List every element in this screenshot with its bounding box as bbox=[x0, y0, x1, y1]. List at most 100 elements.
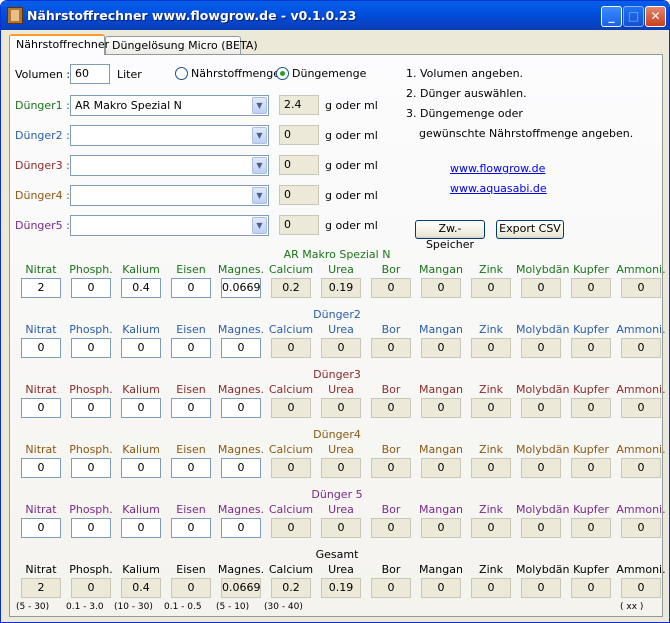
zw-speicher-button[interactable]: Zw.-Speicher bbox=[415, 220, 485, 251]
range-label: 0.1 - 3.0 bbox=[66, 602, 104, 612]
value-field[interactable]: 0 bbox=[71, 518, 111, 538]
section-title: Dünger3 bbox=[313, 368, 361, 381]
duenger1-selected: AR Makro Spezial N bbox=[75, 99, 182, 112]
chevron-down-icon[interactable]: ▼ bbox=[252, 127, 267, 144]
value-field[interactable]: 2 bbox=[21, 278, 61, 298]
value-field[interactable]: 0 bbox=[171, 458, 211, 478]
value-field: 0 bbox=[371, 278, 411, 298]
column-header: Eisen bbox=[176, 563, 206, 576]
value-field[interactable]: 0 bbox=[221, 518, 261, 538]
range-label: ( xx ) bbox=[620, 602, 644, 612]
value-field[interactable]: 0.0669 bbox=[221, 278, 261, 298]
tab-naehrstoffrechner[interactable]: Nährstoffrechner bbox=[9, 34, 109, 55]
link-flowgrow[interactable]: www.flowgrow.de bbox=[450, 162, 545, 175]
duenger1-unit: g oder ml bbox=[325, 99, 378, 112]
duenger3-amount[interactable]: 0 bbox=[279, 155, 319, 175]
column-header: Kupfer bbox=[573, 263, 609, 276]
value-field: 0.4 bbox=[121, 578, 161, 598]
value-field[interactable]: 0 bbox=[171, 518, 211, 538]
value-field: 0 bbox=[571, 578, 611, 598]
link-aquasabi[interactable]: www.aquasabi.de bbox=[450, 182, 547, 195]
title-bar[interactable]: Nährstoffrechner www.flowgrow.de - v0.1.… bbox=[1, 1, 669, 30]
tab-duengeloesung-micro[interactable]: Düngelösung Micro (BETA) bbox=[105, 36, 258, 54]
maximize-button[interactable]: □ bbox=[623, 6, 644, 27]
value-field[interactable]: 0 bbox=[21, 458, 61, 478]
value-field[interactable]: 0 bbox=[71, 398, 111, 418]
chevron-down-icon[interactable]: ▼ bbox=[252, 157, 267, 174]
duenger1-amount[interactable]: 2.4 bbox=[279, 95, 319, 115]
section-title: Dünger4 bbox=[313, 428, 361, 441]
column-header: Magnes. bbox=[217, 263, 265, 276]
value-field: 0 bbox=[521, 338, 561, 358]
duenger2-select[interactable]: ▼ bbox=[70, 125, 269, 146]
value-field[interactable]: 0 bbox=[121, 518, 161, 538]
value-field: 0 bbox=[171, 578, 211, 598]
column-header: Phosph. bbox=[69, 323, 113, 336]
duenger5-label: Dünger5 : bbox=[15, 219, 70, 232]
chevron-down-icon[interactable]: ▼ bbox=[252, 217, 267, 234]
column-header: Urea bbox=[328, 263, 354, 276]
value-field[interactable]: 0 bbox=[121, 398, 161, 418]
value-field[interactable]: 0 bbox=[221, 338, 261, 358]
column-header: Kupfer bbox=[573, 323, 609, 336]
minimize-button[interactable]: _ bbox=[601, 6, 622, 27]
radio-duengemenge[interactable] bbox=[276, 67, 289, 80]
value-field[interactable]: 0 bbox=[21, 338, 61, 358]
column-header: Kupfer bbox=[573, 383, 609, 396]
column-header: Bor bbox=[381, 563, 401, 576]
column-header: Magnes. bbox=[217, 503, 265, 516]
range-label: 0.1 - 0.5 bbox=[164, 602, 202, 612]
value-field: 0.19 bbox=[321, 578, 361, 598]
export-csv-button[interactable]: Export CSV bbox=[496, 220, 564, 239]
window-title: Nährstoffrechner www.flowgrow.de - v0.1.… bbox=[27, 8, 357, 23]
app-icon bbox=[7, 7, 23, 24]
chevron-down-icon[interactable]: ▼ bbox=[252, 187, 267, 204]
value-field: 0 bbox=[621, 458, 661, 478]
duenger3-select[interactable]: ▼ bbox=[70, 155, 269, 176]
duenger1-select[interactable]: AR Makro Spezial N ▼ bbox=[70, 95, 269, 116]
column-header: Bor bbox=[381, 383, 401, 396]
column-header: Eisen bbox=[176, 443, 206, 456]
column-header: Eisen bbox=[176, 383, 206, 396]
value-field: 0 bbox=[571, 278, 611, 298]
value-field: 0 bbox=[371, 518, 411, 538]
value-field[interactable]: 0 bbox=[171, 398, 211, 418]
duenger2-label: Dünger2 : bbox=[15, 129, 70, 142]
column-header: Mangan bbox=[419, 263, 463, 276]
value-field[interactable]: 0 bbox=[171, 278, 211, 298]
column-header: Urea bbox=[328, 563, 354, 576]
radio-naehrstoffmenge[interactable] bbox=[175, 67, 188, 80]
value-field[interactable]: 0 bbox=[171, 338, 211, 358]
value-field[interactable]: 0 bbox=[221, 458, 261, 478]
value-field[interactable]: 0 bbox=[21, 518, 61, 538]
column-header: Calcium bbox=[268, 563, 314, 576]
column-header: Molybdän bbox=[516, 443, 570, 456]
duenger5-select[interactable]: ▼ bbox=[70, 215, 269, 236]
value-field: 0 bbox=[271, 458, 311, 478]
column-header: Kalium bbox=[122, 563, 160, 576]
column-header: Nitrat bbox=[25, 323, 57, 336]
duenger4-amount[interactable]: 0 bbox=[279, 185, 319, 205]
value-field[interactable]: 0.4 bbox=[121, 278, 161, 298]
value-field[interactable]: 0 bbox=[21, 398, 61, 418]
column-header: Zink bbox=[479, 563, 503, 576]
value-field[interactable]: 0 bbox=[71, 458, 111, 478]
chevron-down-icon[interactable]: ▼ bbox=[252, 97, 267, 114]
column-header: Ammoni. bbox=[616, 503, 666, 516]
duenger4-select[interactable]: ▼ bbox=[70, 185, 269, 206]
volume-input[interactable]: 60 bbox=[70, 64, 110, 84]
close-button[interactable]: ✕ bbox=[645, 6, 666, 27]
column-header: Molybdän bbox=[516, 323, 570, 336]
value-field[interactable]: 0 bbox=[121, 338, 161, 358]
duenger2-amount[interactable]: 0 bbox=[279, 125, 319, 145]
duenger5-amount[interactable]: 0 bbox=[279, 215, 319, 235]
value-field[interactable]: 0 bbox=[221, 398, 261, 418]
value-field: 0 bbox=[571, 338, 611, 358]
value-field[interactable]: 0 bbox=[71, 338, 111, 358]
value-field[interactable]: 0 bbox=[71, 278, 111, 298]
value-field: 0 bbox=[471, 458, 511, 478]
column-header: Molybdän bbox=[516, 563, 570, 576]
value-field: 0 bbox=[621, 398, 661, 418]
radio-naehrstoffmenge-label: Nährstoffmenge bbox=[191, 67, 281, 80]
value-field[interactable]: 0 bbox=[121, 458, 161, 478]
